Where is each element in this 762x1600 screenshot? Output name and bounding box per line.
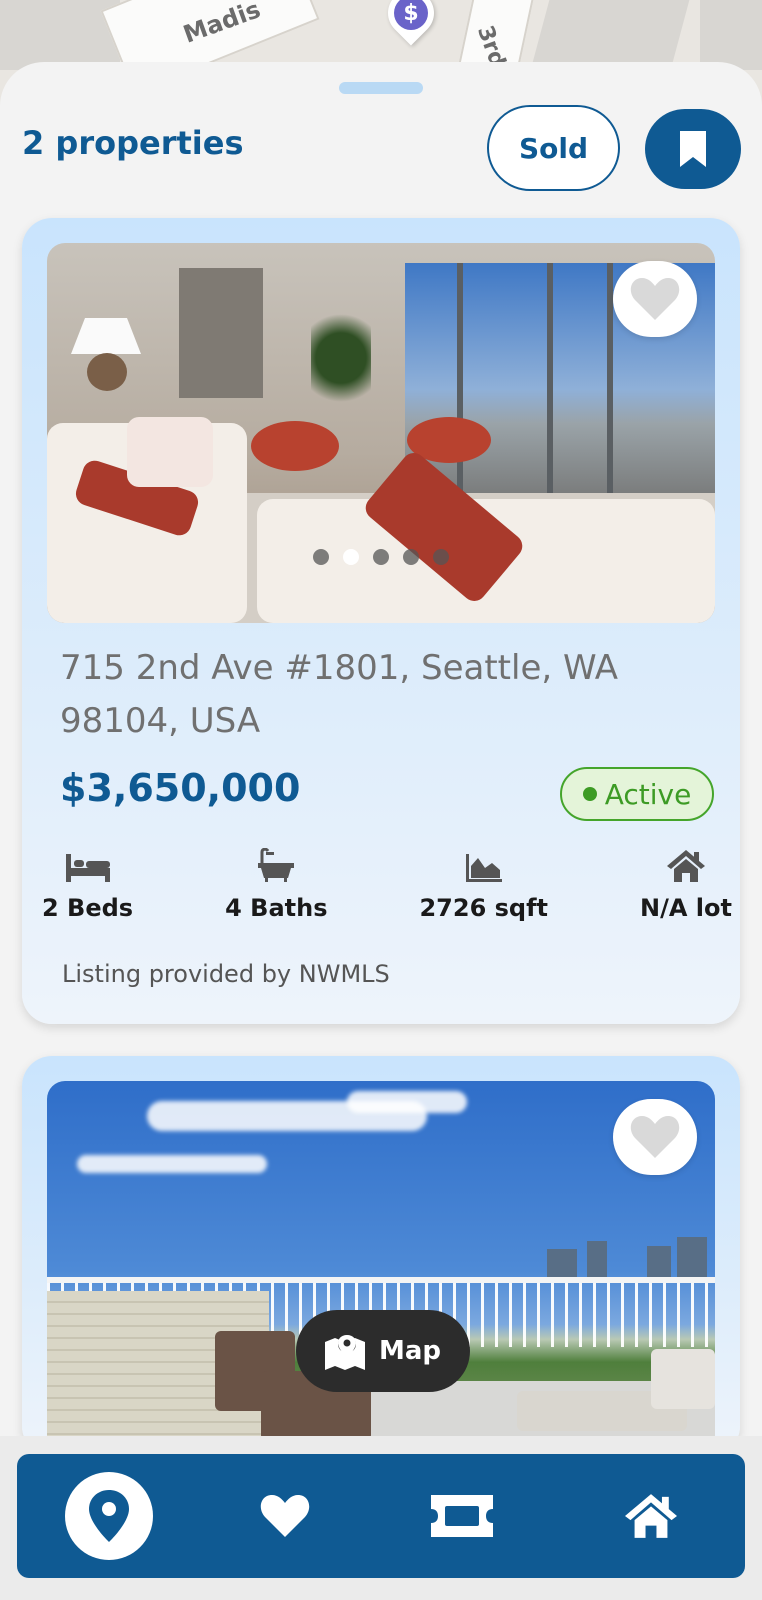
bed-icon: [65, 846, 110, 882]
lamp: [71, 318, 141, 354]
skyline: [677, 1237, 707, 1279]
saved-searches-button[interactable]: [645, 109, 741, 189]
photo-carousel-dots: [47, 549, 715, 565]
listing-provider: Listing provided by NWMLS: [62, 960, 390, 988]
heart-icon: [630, 278, 680, 320]
listing-stats: 2 Beds 4 Baths 2726 sqft N/A lot: [42, 846, 732, 922]
nav-home-tab[interactable]: [601, 1454, 701, 1578]
cloud: [347, 1091, 467, 1113]
bathtub-icon: [258, 846, 295, 882]
map-icon: [324, 1335, 365, 1370]
lamp-base: [87, 353, 127, 391]
stat-lot: N/A lot: [640, 846, 732, 922]
listing-photo[interactable]: [47, 243, 715, 623]
listing-price: $3,650,000: [60, 766, 301, 810]
window-frame: [547, 263, 553, 493]
map-toggle-button[interactable]: Map: [296, 1310, 470, 1392]
carousel-dot[interactable]: [313, 549, 329, 565]
red-chair: [251, 421, 339, 471]
favorite-button[interactable]: [613, 1099, 697, 1175]
listing-card[interactable]: [22, 1056, 740, 1456]
house-icon: [667, 846, 705, 882]
carousel-dot[interactable]: [433, 549, 449, 565]
lot-label: N/A lot: [640, 894, 732, 922]
area-chart-icon: [465, 846, 502, 882]
skyline: [547, 1249, 577, 1279]
status-badge: Active: [560, 767, 714, 821]
baths-label: 4 Baths: [225, 894, 328, 922]
bottom-navigation: [17, 1454, 745, 1578]
heart-icon: [260, 1495, 310, 1537]
nav-favorites-tab[interactable]: [235, 1454, 335, 1578]
map-block: [700, 0, 762, 70]
status-label: Active: [604, 777, 692, 811]
bookmark-icon: [680, 131, 706, 167]
carousel-dot[interactable]: [373, 549, 389, 565]
stat-baths: 4 Baths: [225, 846, 327, 922]
stat-area: 2726 sqft: [419, 846, 548, 922]
sheet-drag-handle[interactable]: [339, 82, 423, 94]
nav-map-tab[interactable]: [65, 1472, 153, 1560]
beds-label: 2 Beds: [42, 894, 134, 922]
stat-beds: 2 Beds: [42, 846, 133, 922]
home-icon: [625, 1494, 677, 1538]
fireplace: [179, 268, 263, 398]
sold-filter-button[interactable]: Sold: [487, 105, 620, 191]
map-button-label: Map: [378, 1336, 442, 1366]
listing-address: 715 2nd Ave #1801, Seattle, WA 98104, US…: [60, 648, 619, 741]
heart-icon: [630, 1116, 680, 1158]
carousel-dot-active[interactable]: [343, 549, 359, 565]
skyline: [587, 1241, 607, 1279]
ticket-icon: [431, 1495, 493, 1537]
area-label: 2726 sqft: [419, 894, 549, 922]
status-dot: [582, 787, 597, 801]
skyline: [647, 1246, 671, 1279]
nav-tickets-tab[interactable]: [412, 1454, 512, 1578]
pillow: [127, 417, 213, 487]
favorite-button[interactable]: [613, 261, 697, 337]
cloud: [77, 1155, 267, 1173]
listing-photo[interactable]: [47, 1081, 715, 1456]
properties-count: 2 properties: [22, 124, 244, 162]
patio-cushion: [651, 1349, 715, 1409]
listing-card[interactable]: 715 2nd Ave #1801, Seattle, WA 98104, US…: [22, 218, 740, 1024]
carousel-dot[interactable]: [403, 549, 419, 565]
plant: [311, 303, 371, 413]
map-pin-icon: [89, 1490, 129, 1542]
